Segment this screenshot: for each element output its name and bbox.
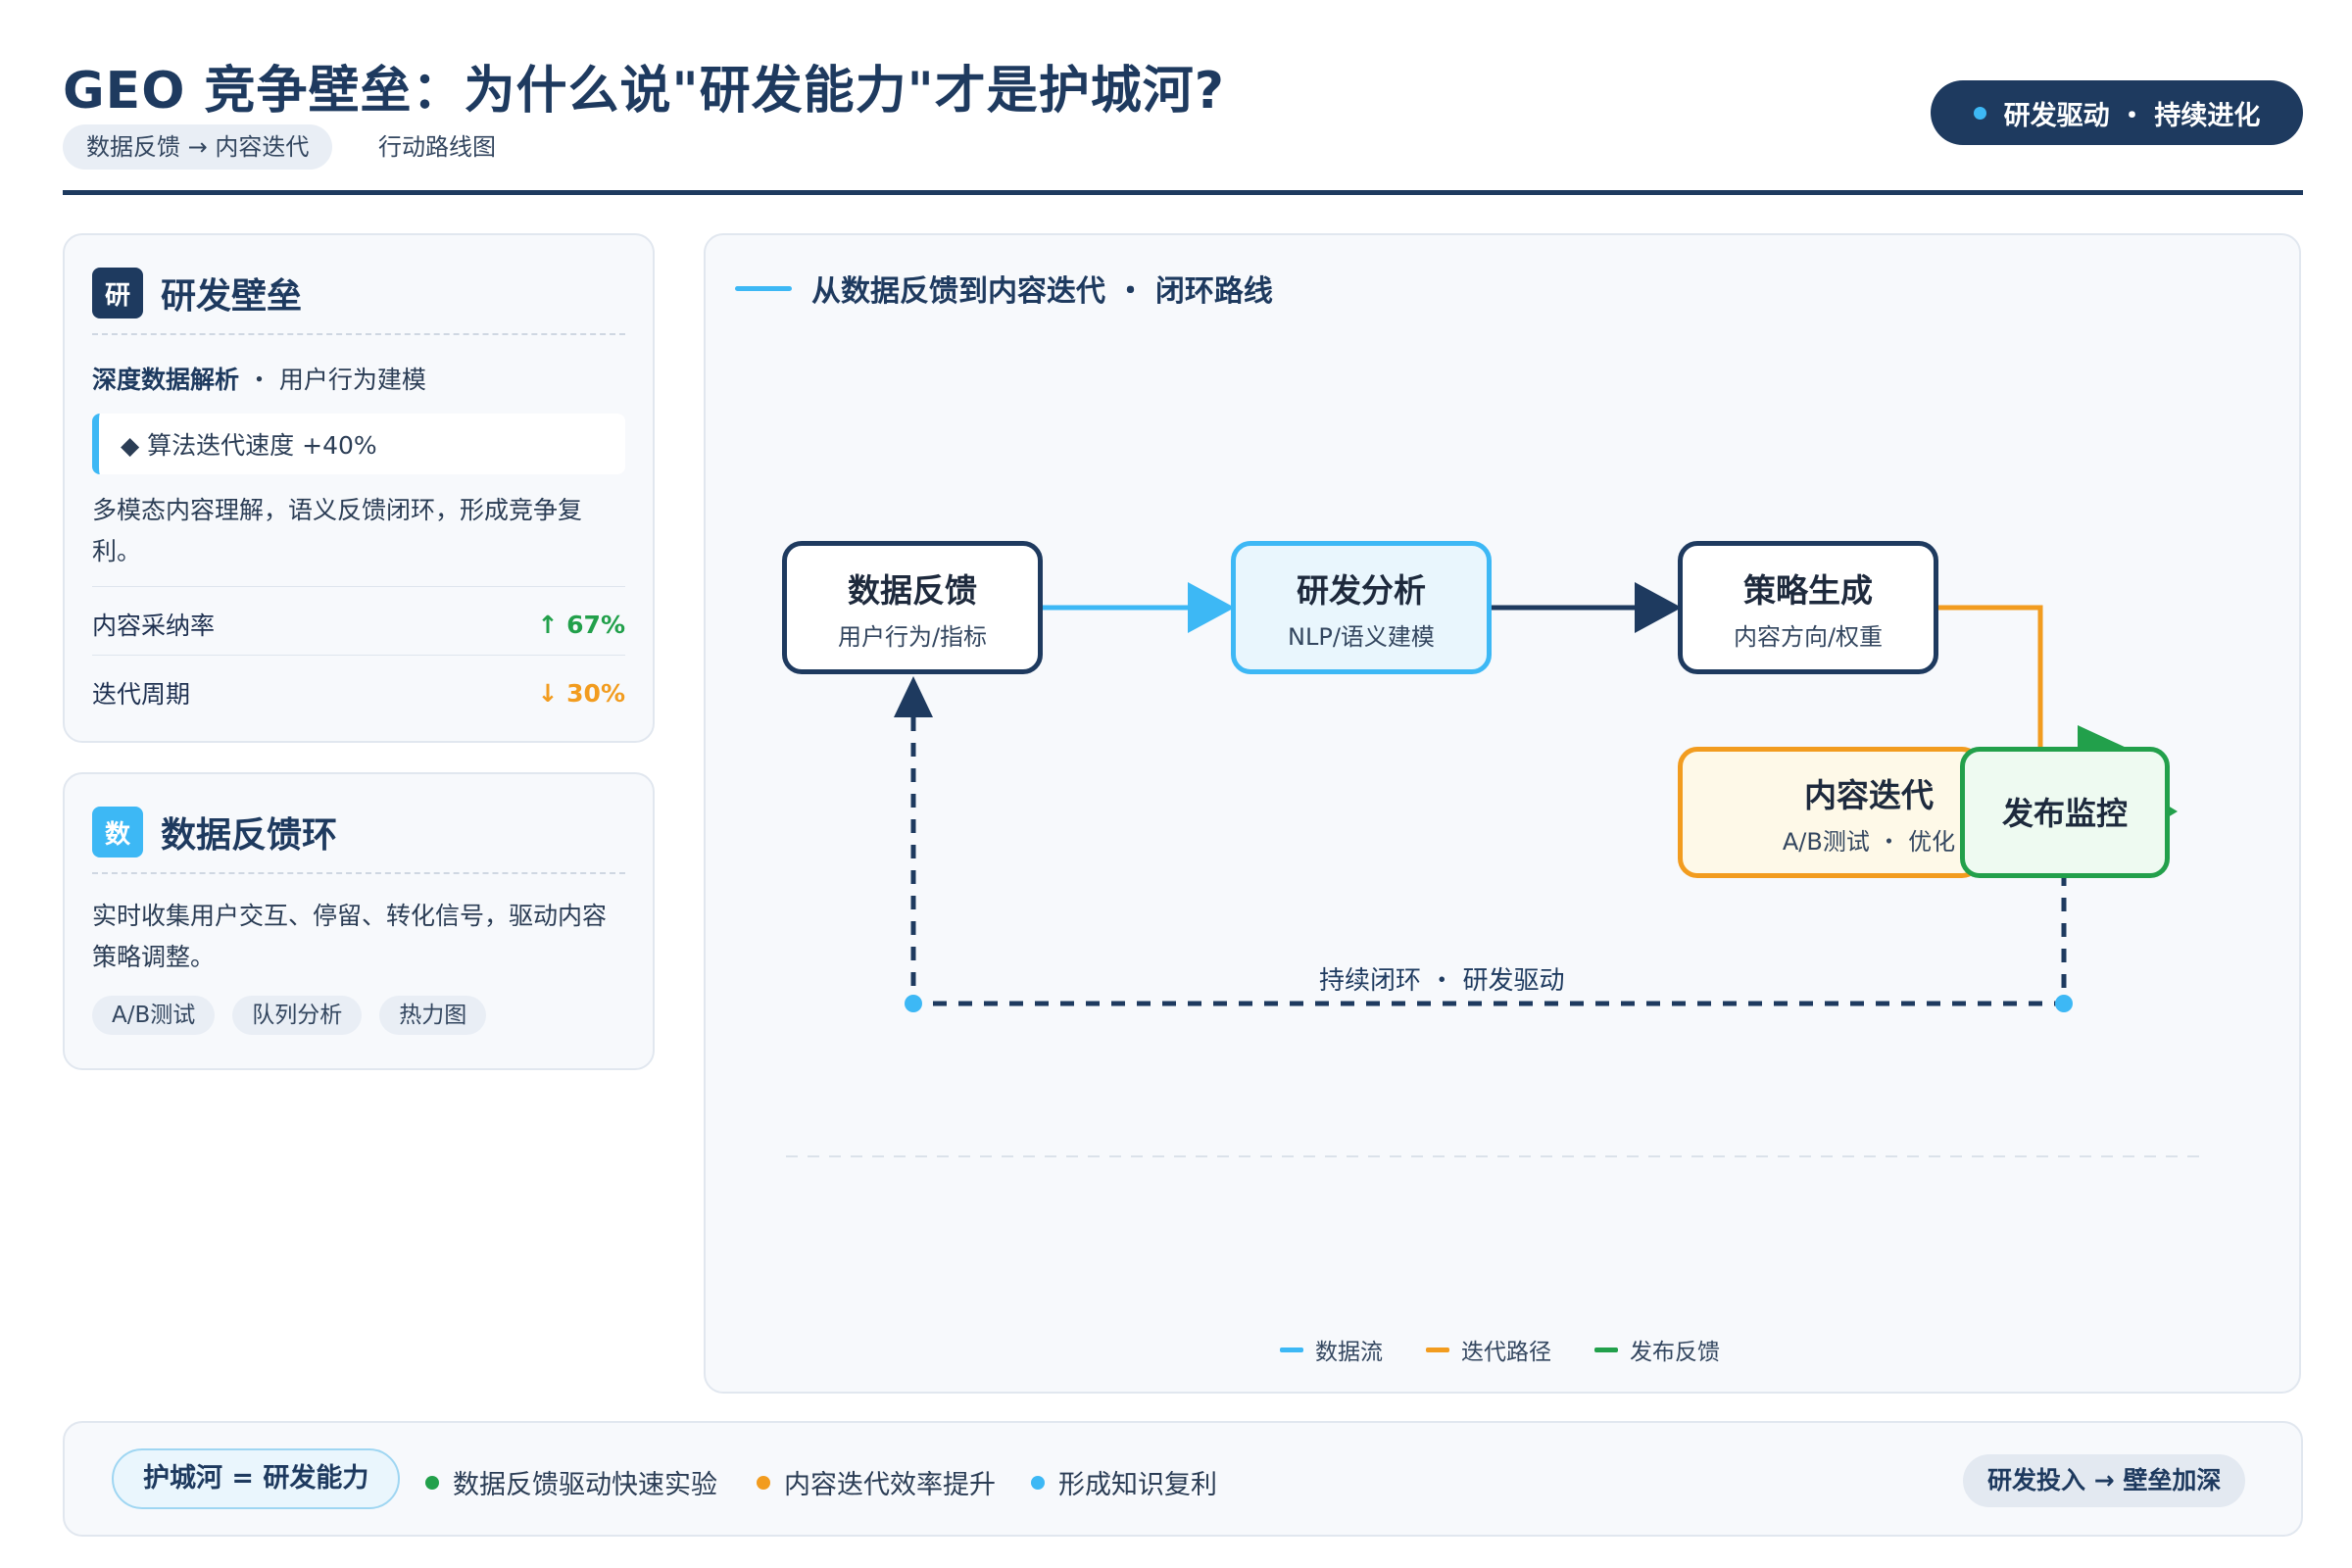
- legend-swatch: [1594, 1347, 1618, 1352]
- node-subtitle: 用户行为/指标: [837, 622, 988, 651]
- legend-label: 数据流: [1315, 1340, 1383, 1365]
- loop-label: 持续闭环 ・ 研发驱动: [1319, 966, 1565, 996]
- legend-item: 迭代路径: [1426, 1333, 1551, 1366]
- arrowhead-icon: [2078, 725, 2129, 749]
- bullet-dot-icon: [1031, 1475, 1045, 1490]
- legend-swatch: [1426, 1347, 1449, 1352]
- arrowhead-icon: [894, 676, 933, 717]
- bullet-text: 内容迭代效率提升: [784, 1470, 996, 1500]
- bullet-text: 数据反馈驱动快速实验: [453, 1470, 717, 1500]
- node-title: 策略生成: [1743, 570, 1873, 610]
- bullet-text: 形成知识复利: [1058, 1470, 1217, 1500]
- rd-investment-pill: 研发投入 → 壁垒加深: [1963, 1454, 2246, 1507]
- legend-item: 发布反馈: [1594, 1333, 1720, 1366]
- node-title: 数据反馈: [848, 570, 977, 610]
- footer-bullet: 数据反馈驱动快速实验: [425, 1463, 717, 1501]
- arrowhead-icon: [1635, 582, 1682, 633]
- loop-node-dot: [2055, 995, 2073, 1012]
- legend-label: 迭代路径: [1461, 1340, 1551, 1365]
- node-subtitle: NLP/语义建模: [1288, 622, 1435, 651]
- node-data-feedback: 数据反馈 用户行为/指标: [782, 541, 1043, 674]
- node-subtitle: A/B测试 ・ 优化: [1782, 827, 1956, 856]
- node-title: 发布监控: [2001, 795, 2128, 832]
- node-publish-monitor: 发布监控: [1960, 747, 2170, 878]
- node-content-iterate: 内容迭代 A/B测试 ・ 优化: [1678, 747, 1982, 878]
- moat-pill: 护城河 = 研发能力: [112, 1448, 401, 1509]
- footer-bullet: 内容迭代效率提升: [757, 1463, 996, 1501]
- node-rd-analysis: 研发分析 NLP/语义建模: [1231, 541, 1492, 674]
- node-subtitle: 内容方向/权重: [1733, 622, 1884, 651]
- legend-label: 发布反馈: [1630, 1340, 1720, 1365]
- node-title: 内容迭代: [1804, 775, 1934, 814]
- footer-bullet: 形成知识复利: [1031, 1463, 1217, 1501]
- bullet-dot-icon: [757, 1475, 770, 1490]
- node-title: 研发分析: [1297, 570, 1426, 610]
- diagram-legend: 数据流 迭代路径 发布反馈: [1280, 1333, 1763, 1366]
- legend-swatch: [1280, 1347, 1303, 1352]
- arrow-strategy-iterate: [1936, 605, 2043, 749]
- node-strategy: 策略生成 内容方向/权重: [1678, 541, 1938, 674]
- arrowhead-icon: [1188, 582, 1235, 633]
- loop-node-dot: [905, 995, 922, 1012]
- legend-item: 数据流: [1280, 1333, 1383, 1366]
- bullet-dot-icon: [425, 1475, 439, 1490]
